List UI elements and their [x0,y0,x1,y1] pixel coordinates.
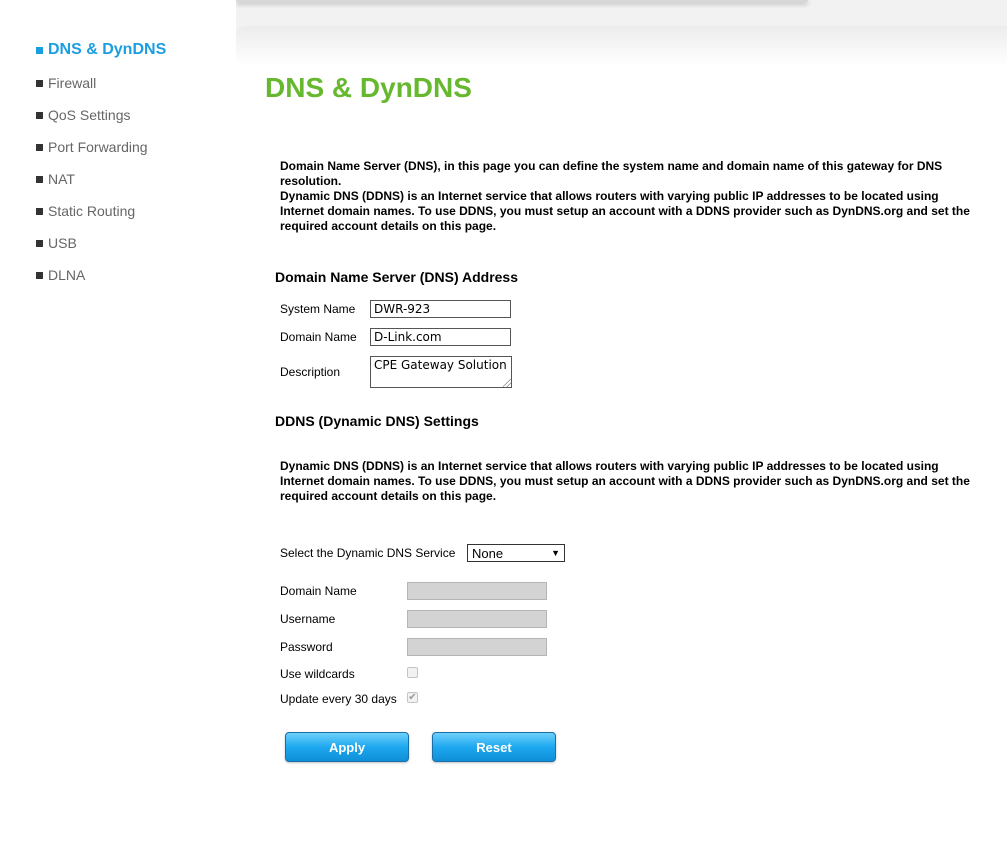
sidebar-item-usb[interactable]: USB [36,233,77,253]
sidebar-item-nat[interactable]: NAT [36,169,75,189]
sidebar-item-label: QoS Settings [48,107,131,123]
sidebar-item-label: DLNA [48,267,86,283]
update-30-days-checkbox[interactable]: ✔ [407,692,418,703]
ddns-service-selected-value: None [472,545,504,561]
ddns-domain-name-input[interactable] [407,582,547,600]
dropdown-arrow-icon: ▼ [551,548,560,558]
sidebar-item-label: NAT [48,171,75,187]
ddns-service-label: Select the Dynamic DNS Service [280,546,456,560]
square-bullet-icon [36,175,43,183]
top-shadow-bar [236,0,808,2]
ddns-domain-name-label: Domain Name [280,584,357,598]
main-content-panel: DNS & DynDNS Domain Name Server (DNS), i… [236,26,1007,847]
intro-ddns-text: Dynamic DNS (DDNS) is an Internet servic… [280,189,970,233]
resize-grip-icon[interactable] [503,379,511,387]
ddns-username-label: Username [280,612,336,626]
ddns-password-input[interactable] [407,638,547,656]
square-bullet-icon [36,271,43,279]
sidebar-item-firewall[interactable]: Firewall [36,73,96,93]
ddns-section-title: DDNS (Dynamic DNS) Settings [275,413,479,429]
domain-name-label: Domain Name [280,330,357,344]
sidebar-item-dlna[interactable]: DLNA [36,265,85,285]
sidebar-item-label: DNS & DynDNS [48,41,167,58]
square-bullet-icon [36,46,43,54]
apply-button[interactable]: Apply [285,732,409,762]
square-bullet-icon [36,239,43,247]
square-bullet-icon [36,207,43,215]
update-30-days-label: Update every 30 days [280,692,397,706]
panel-header-shade [236,26,1007,66]
description-field-wrapper: CPE Gateway Solution [370,356,512,388]
sidebar-item-qos-settings[interactable]: QoS Settings [36,105,131,125]
domain-name-input[interactable] [370,328,511,346]
page-title: DNS & DynDNS [265,72,472,103]
sidebar-item-label: Port Forwarding [48,139,148,155]
square-bullet-icon [36,143,43,151]
sidebar-nav: DNS & DynDNS Firewall QoS Settings Port … [0,0,236,847]
sidebar-item-static-routing[interactable]: Static Routing [36,201,135,221]
ddns-password-label: Password [280,640,333,654]
use-wildcards-label: Use wildcards [280,667,355,681]
use-wildcards-checkbox[interactable] [407,667,418,678]
dns-section-title: Domain Name Server (DNS) Address [275,269,519,285]
sidebar-item-label: Firewall [48,75,97,91]
square-bullet-icon [36,111,43,119]
sidebar-item-label: USB [48,235,77,251]
intro-description: Domain Name Server (DNS), in this page y… [280,159,970,234]
system-name-input[interactable] [370,300,511,318]
ddns-username-input[interactable] [407,610,547,628]
checkmark-icon: ✔ [408,692,417,703]
ddns-service-select[interactable]: None ▼ [467,544,565,562]
sidebar-item-label: Static Routing [48,203,136,219]
description-label: Description [280,365,341,379]
ddns-description: Dynamic DNS (DDNS) is an Internet servic… [280,459,970,503]
system-name-label: System Name [280,302,356,316]
sidebar-item-port-forwarding[interactable]: Port Forwarding [36,137,148,157]
intro-dns-text: Domain Name Server (DNS), in this page y… [280,159,943,188]
description-textarea[interactable]: CPE Gateway Solution [370,356,512,388]
sidebar-item-dns-dyndns[interactable]: DNS & DynDNS [36,40,166,60]
square-bullet-icon [36,79,43,87]
reset-button[interactable]: Reset [432,732,556,762]
